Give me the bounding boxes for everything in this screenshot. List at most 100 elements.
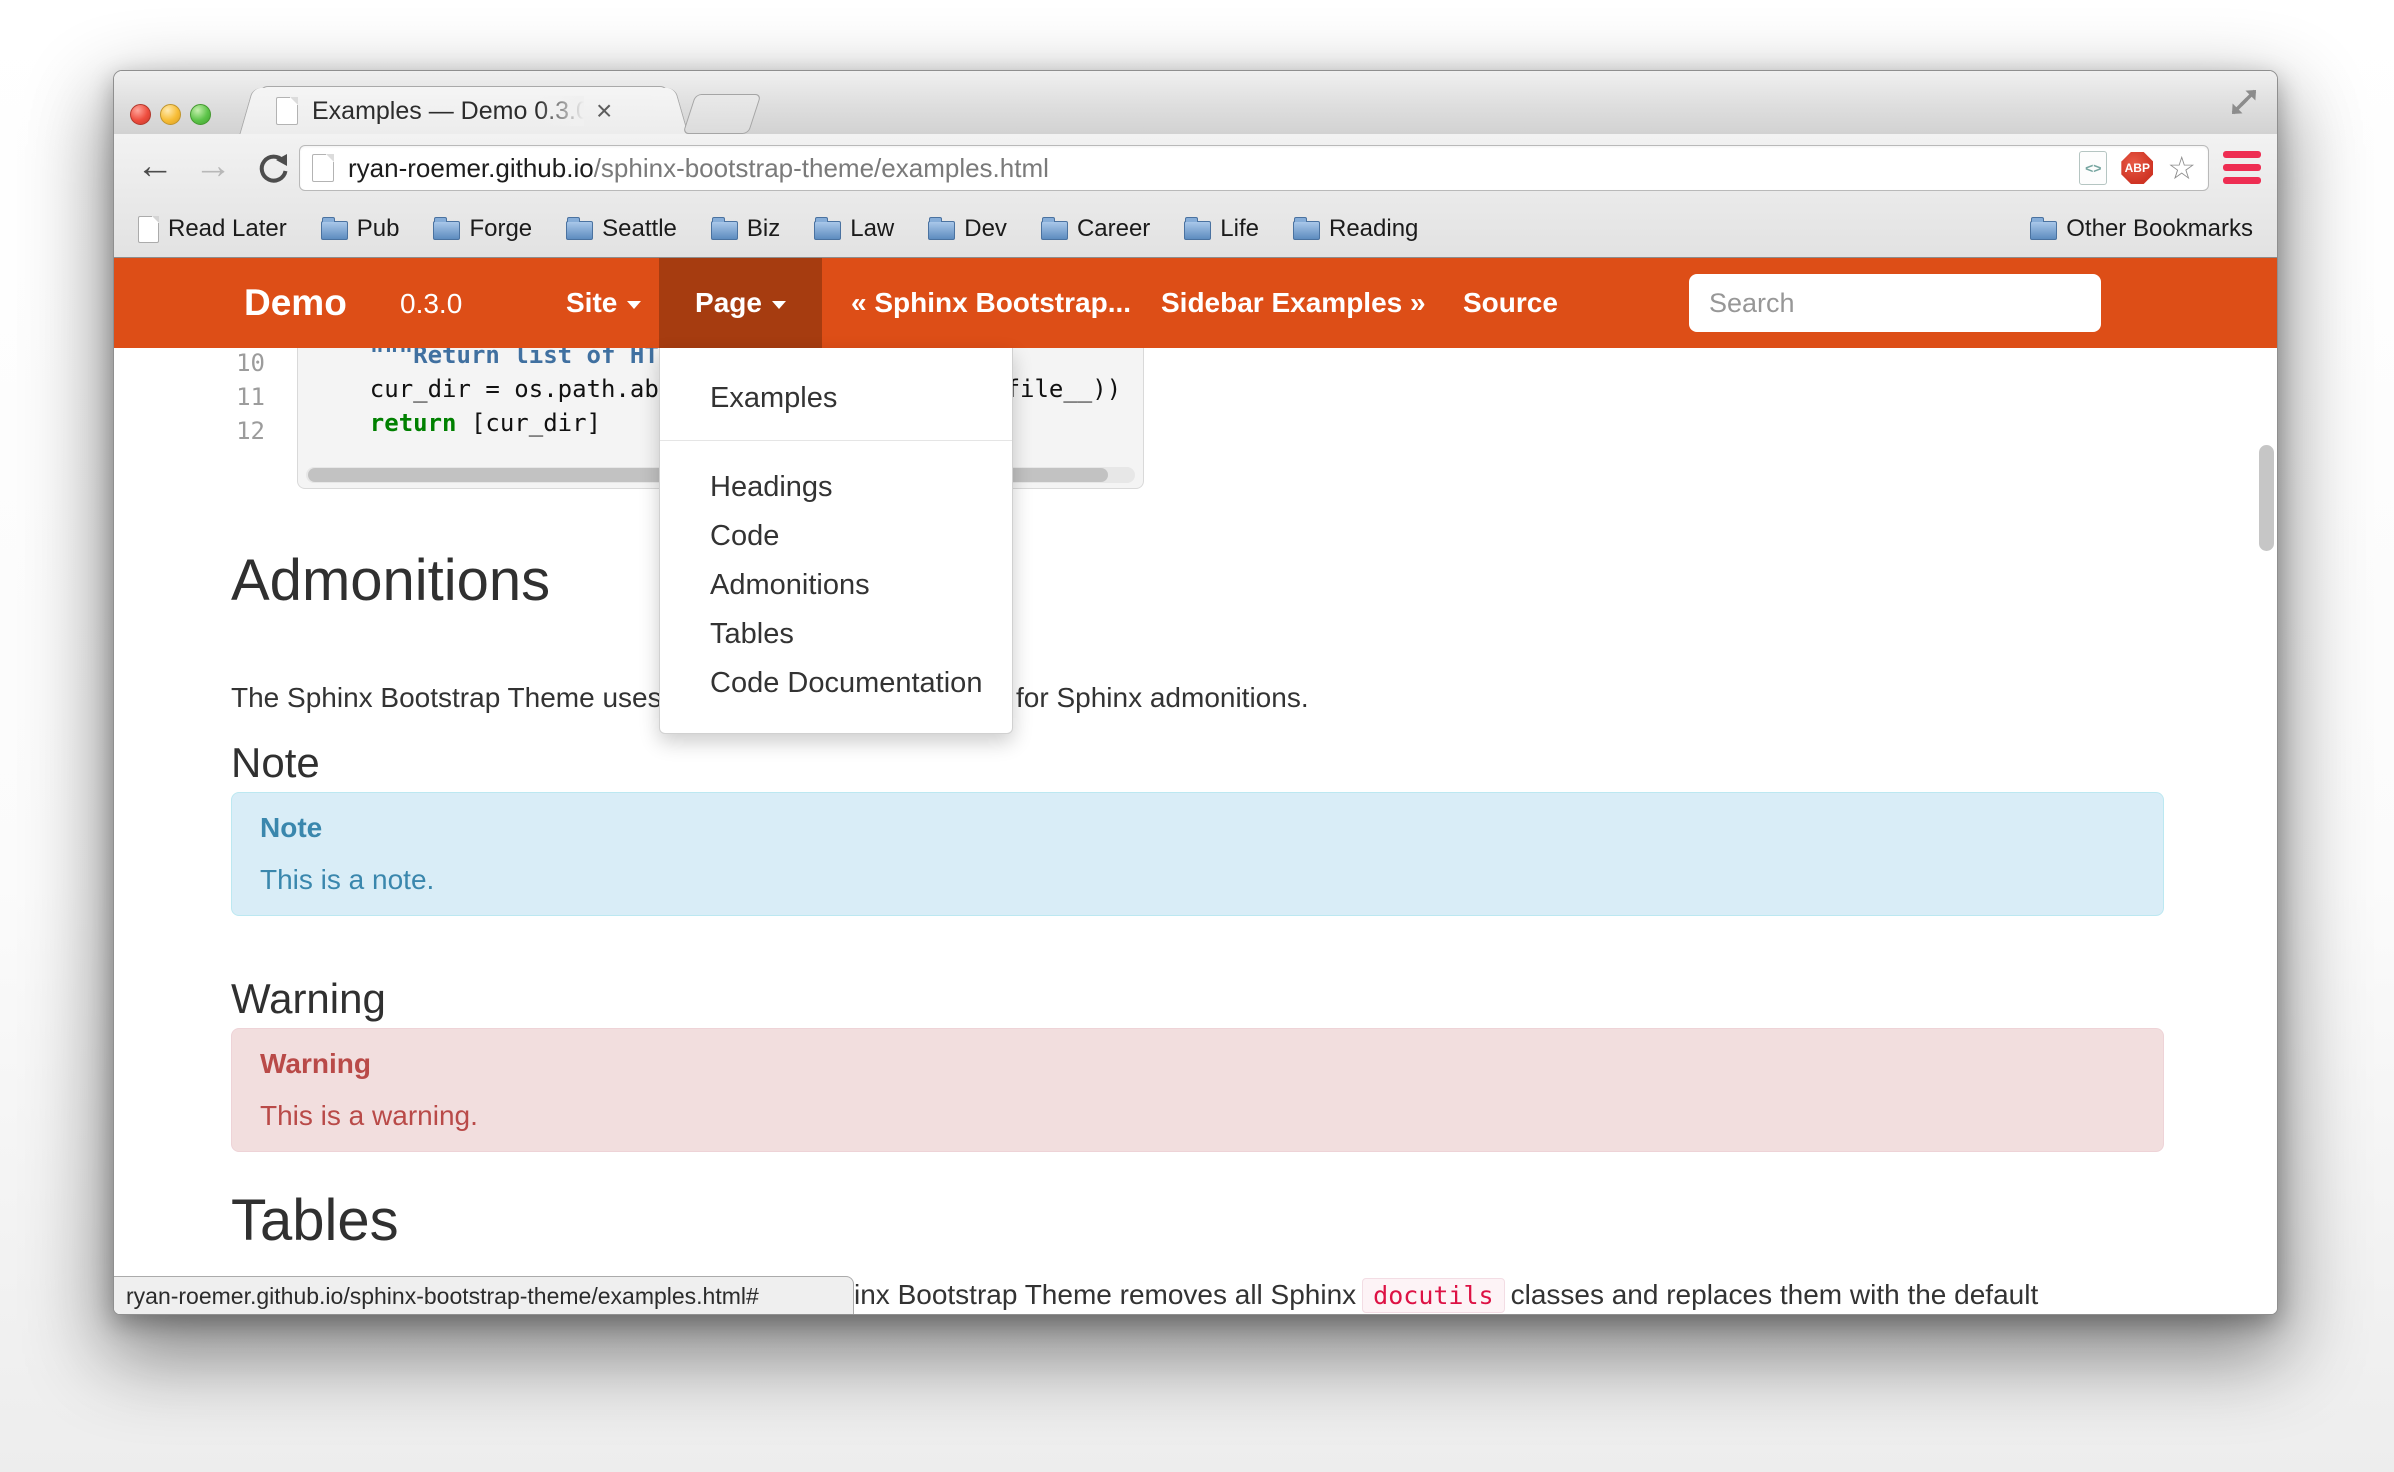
bookmark-folder[interactable]: Forge: [433, 215, 532, 243]
paragraph-text: inx Bootstrap Theme removes all Sphinx: [854, 1279, 1356, 1311]
tab-favicon-page-icon: [276, 97, 298, 125]
line-number: 10: [231, 346, 265, 380]
bookmark-label: Pub: [357, 215, 400, 243]
chevron-down-icon: [627, 301, 641, 309]
note-alert-title: Note: [260, 811, 2135, 845]
dropdown-item-admonitions[interactable]: Admonitions: [660, 561, 1012, 610]
bookmark-label: Law: [850, 215, 894, 243]
tab-title-fade: [538, 96, 584, 126]
fullscreen-expand-icon[interactable]: [2229, 87, 2259, 117]
browser-window: Examples — Demo 0.3.0 d × ← →: [113, 70, 2278, 1315]
chrome-menu-icon[interactable]: [2223, 151, 2261, 184]
code-return-line: return [cur_dir]: [312, 406, 601, 440]
keyword-token: return: [312, 409, 457, 437]
tab-close-icon[interactable]: ×: [596, 97, 612, 125]
traffic-lights: [130, 104, 211, 125]
note-alert-box: Note This is a note.: [231, 792, 2164, 916]
admonitions-paragraph-right: for Sphinx admonitions.: [1016, 682, 1309, 714]
zoom-window-button[interactable]: [190, 104, 211, 125]
nav-prev-link[interactable]: « Sphinx Bootstrap...: [851, 258, 1131, 348]
navbar-version: 0.3.0: [400, 258, 462, 350]
address-bar[interactable]: ryan-roemer.github.io/sphinx-bootstrap-t…: [299, 145, 2209, 191]
dropdown-item-headings[interactable]: Headings: [660, 463, 1012, 512]
bookmark-label: Forge: [469, 215, 532, 243]
bookmark-folder[interactable]: Reading: [1293, 215, 1418, 243]
folder-icon: [711, 221, 738, 240]
admonitions-heading: Admonitions: [231, 548, 550, 614]
bookmark-star-icon[interactable]: ☆: [2167, 152, 2196, 184]
bookmarks-bar: Read Later Pub Forge Seattle Biz Law Dev: [114, 201, 2277, 258]
bookmark-label: Reading: [1329, 215, 1418, 243]
navbar-brand[interactable]: Demo: [244, 258, 347, 348]
bookmark-label: Biz: [747, 215, 780, 243]
dropdown-divider: [660, 440, 1012, 441]
inline-code-chip: docutils: [1362, 1278, 1504, 1313]
bookmark-label: Other Bookmarks: [2066, 215, 2253, 243]
back-button[interactable]: ←: [136, 134, 174, 201]
folder-icon: [1184, 221, 1211, 240]
close-window-button[interactable]: [130, 104, 151, 125]
new-tab-button[interactable]: [683, 94, 762, 134]
browser-tab[interactable]: Examples — Demo 0.3.0 d ×: [259, 86, 669, 134]
bookmark-label: Life: [1220, 215, 1259, 243]
minimize-window-button[interactable]: [160, 104, 181, 125]
nav-source-link[interactable]: Source: [1463, 258, 1558, 348]
bookmark-folder[interactable]: Seattle: [566, 215, 677, 243]
link-status-bubble: ryan-roemer.github.io/sphinx-bootstrap-t…: [114, 1276, 854, 1315]
note-alert-body: This is a note.: [260, 863, 2135, 897]
bookmark-folder[interactable]: Biz: [711, 215, 780, 243]
code-line-numbers: 10 11 12: [231, 346, 265, 448]
bookmark-folder[interactable]: Law: [814, 215, 894, 243]
page-icon: [138, 216, 159, 243]
dropdown-item-code-documentation[interactable]: Code Documentation: [660, 659, 1012, 708]
nav-page-dropdown-active[interactable]: Page: [659, 258, 822, 348]
warning-alert-box: Warning This is a warning.: [231, 1028, 2164, 1152]
adblock-plus-icon[interactable]: ABP: [2121, 152, 2153, 184]
other-bookmarks-folder[interactable]: Other Bookmarks: [2030, 215, 2253, 243]
bookmark-label: Read Later: [168, 215, 287, 243]
site-navbar: Demo 0.3.0 Site Page « Sphinx Bootstrap.…: [114, 258, 2278, 348]
tab-title-wrap: Examples — Demo 0.3.0 d: [312, 96, 584, 126]
warning-heading: Warning: [231, 974, 386, 1024]
bookmark-folder[interactable]: Life: [1184, 215, 1259, 243]
dropdown-item-code[interactable]: Code: [660, 512, 1012, 561]
folder-icon: [321, 221, 348, 240]
chevron-down-icon: [772, 301, 786, 309]
bookmark-label: Dev: [964, 215, 1007, 243]
tables-paragraph-partial: inx Bootstrap Theme removes all Sphinx d…: [854, 1278, 2038, 1313]
search-input[interactable]: [1689, 274, 2101, 332]
url-path: /sphinx-bootstrap-theme/examples.html: [594, 153, 1049, 183]
folder-icon: [566, 221, 593, 240]
line-number: 12: [231, 414, 265, 448]
bookmark-label: Seattle: [602, 215, 677, 243]
refresh-button[interactable]: [256, 152, 290, 186]
nav-next-link[interactable]: Sidebar Examples »: [1161, 258, 1426, 348]
bookmark-folder[interactable]: Pub: [321, 215, 400, 243]
folder-icon: [1041, 221, 1068, 240]
folder-icon: [928, 221, 955, 240]
note-heading: Note: [231, 738, 320, 788]
nav-site-dropdown[interactable]: Site: [566, 258, 641, 348]
forward-button[interactable]: →: [194, 134, 232, 201]
bookmark-folder[interactable]: Dev: [928, 215, 1007, 243]
tables-heading: Tables: [231, 1188, 399, 1254]
view-source-extension-icon[interactable]: <>: [2079, 151, 2107, 185]
bookmark-item[interactable]: Read Later: [138, 215, 287, 243]
code-token: [cur_dir]: [457, 409, 602, 437]
url-text[interactable]: ryan-roemer.github.io/sphinx-bootstrap-t…: [348, 153, 2079, 184]
folder-icon: [2030, 221, 2057, 240]
warning-alert-title: Warning: [260, 1047, 2135, 1081]
web-page: Demo 0.3.0 Site Page « Sphinx Bootstrap.…: [114, 258, 2278, 1315]
bookmark-label: Career: [1077, 215, 1150, 243]
titlebar: Examples — Demo 0.3.0 d ×: [114, 71, 2277, 135]
folder-icon: [1293, 221, 1320, 240]
folder-icon: [433, 221, 460, 240]
dropdown-item-examples[interactable]: Examples: [660, 372, 1012, 424]
bookmark-folder[interactable]: Career: [1041, 215, 1150, 243]
line-number: 11: [231, 380, 265, 414]
page-scrollbar-thumb[interactable]: [2259, 445, 2274, 551]
folder-icon: [814, 221, 841, 240]
page-dropdown-menu: Examples Headings Code Admonitions Table…: [659, 348, 1013, 734]
url-page-icon: [312, 154, 334, 182]
dropdown-item-tables[interactable]: Tables: [660, 610, 1012, 659]
